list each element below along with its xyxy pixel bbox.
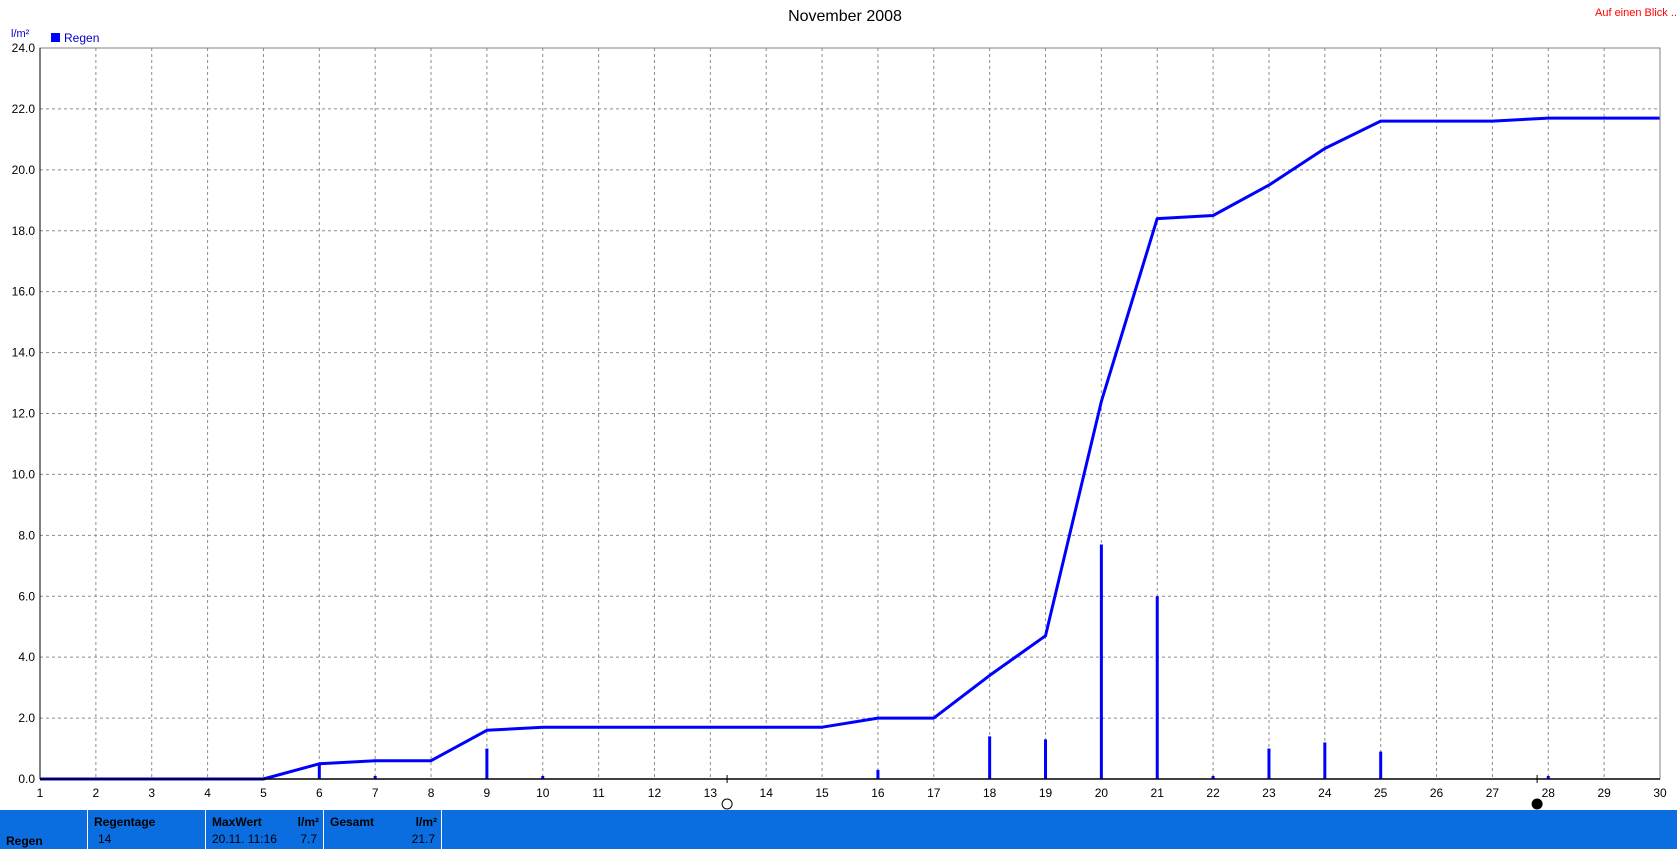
x-tick-label: 25: [1374, 786, 1388, 800]
x-tick-label: 12: [648, 786, 662, 800]
cumulative-line: [40, 116, 1660, 781]
y-tick-label: 6.0: [18, 589, 35, 603]
legend: Regen: [51, 31, 99, 45]
full-moon-icon: [721, 798, 733, 810]
x-tick-label: 29: [1597, 786, 1611, 800]
overview-link[interactable]: Auf einen Blick ...: [1595, 7, 1677, 19]
gesamt-value: 21.7: [411, 832, 435, 846]
tick-labels: 1 2 3 4 5 6 7 8 9 10 11 12 13 14 15 16 17 18 19 20 21 22 23 24 2…: [12, 41, 1667, 800]
x-tick-label: 19: [1039, 786, 1053, 800]
x-tick-label: 5: [260, 786, 267, 800]
rain-bar: [1323, 742, 1327, 779]
y-tick-label: 14.0: [12, 346, 36, 360]
summary-bar: Regen Regentage 14 MaxWert l/m² 20.11. 1…: [0, 810, 1677, 849]
moon-phases: [721, 775, 1543, 810]
x-tick-label: 27: [1486, 786, 1500, 800]
x-tick-label: 1: [37, 786, 44, 800]
cumulative-rain-line: [40, 116, 1660, 781]
regentage-cell: Regentage 14: [88, 810, 206, 849]
rain-bar: [1044, 739, 1048, 779]
x-tick-label: 20: [1095, 786, 1109, 800]
maxwert-cell: MaxWert l/m² 20.11. 11:16 7.7: [206, 810, 324, 849]
x-tick-label: 9: [484, 786, 491, 800]
rain-bar: [1267, 748, 1271, 779]
x-tick-label: 6: [316, 786, 323, 800]
x-tick-label: 13: [704, 786, 718, 800]
summary-row-label: Regen: [6, 834, 43, 848]
chart-title: November 2008: [788, 8, 902, 25]
x-tick-label: 11: [592, 786, 605, 800]
rain-bar: [1379, 751, 1383, 779]
y-tick-label: 4.0: [18, 650, 35, 664]
x-tick-label: 21: [1151, 786, 1165, 800]
regentage-label: Regentage: [94, 815, 156, 829]
x-tick-label: 24: [1318, 786, 1332, 800]
gesamt-cell: Gesamt l/m² 21.7: [324, 810, 442, 849]
x-tick-label: 22: [1206, 786, 1220, 800]
rain-bar: [1155, 596, 1159, 779]
rain-bar: [317, 763, 321, 779]
summary-row-label-cell: Regen: [0, 810, 88, 849]
y-tick-label: 8.0: [18, 528, 35, 542]
x-tick-label: 18: [983, 786, 997, 800]
x-tick-label: 30: [1653, 786, 1667, 800]
regentage-value: 14: [98, 832, 112, 846]
x-tick-label: 26: [1430, 786, 1444, 800]
rain-bar: [485, 748, 489, 779]
x-tick-label: 3: [148, 786, 155, 800]
y-tick-label: 2.0: [18, 711, 35, 725]
legend-label: Regen: [64, 31, 99, 45]
rain-bar: [1099, 544, 1103, 779]
x-tick-label: 28: [1542, 786, 1556, 800]
y-tick-label: 24.0: [12, 41, 36, 55]
x-tick-label: 14: [760, 786, 774, 800]
x-tick-label: 2: [93, 786, 100, 800]
rain-chart: November 2008 l/m² Auf einen Blick ... R…: [11, 7, 1677, 810]
maxwert-label: MaxWert: [212, 815, 262, 829]
new-moon-icon: [1531, 798, 1543, 810]
x-tick-label: 10: [536, 786, 550, 800]
maxwert-unit: l/m²: [297, 815, 319, 829]
y-tick-label: 20.0: [12, 163, 36, 177]
y-tick-label: 0.0: [18, 772, 35, 786]
grid: [40, 47, 1660, 779]
gesamt-label: Gesamt: [330, 815, 375, 829]
rain-bar: [876, 769, 880, 779]
x-tick-label: 7: [372, 786, 379, 800]
maxwert-value: 7.7: [300, 832, 317, 846]
x-tick-label: 17: [927, 786, 941, 800]
x-tick-label: 23: [1262, 786, 1276, 800]
x-tick-label: 8: [428, 786, 435, 800]
x-tick-label: 16: [871, 786, 885, 800]
y-tick-label: 10.0: [12, 467, 36, 481]
gesamt-unit: l/m²: [415, 815, 437, 829]
x-tick-label: 15: [815, 786, 829, 800]
y-tick-label: 12.0: [12, 407, 36, 421]
y-tick-label: 16.0: [12, 285, 36, 299]
y-tick-label: 22.0: [12, 102, 36, 116]
y-tick-label: 18.0: [12, 224, 36, 238]
rain-bar: [988, 736, 992, 779]
y-axis-unit: l/m²: [11, 28, 30, 40]
legend-swatch: [51, 33, 60, 42]
x-tick-label: 4: [204, 786, 211, 800]
maxwert-date: 20.11. 11:16: [212, 832, 277, 846]
